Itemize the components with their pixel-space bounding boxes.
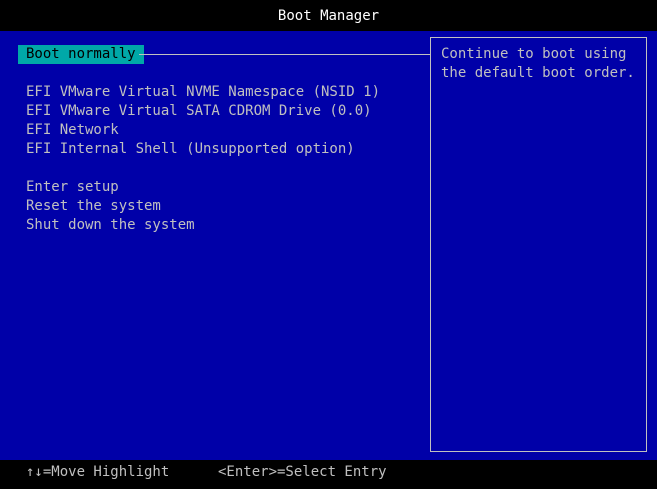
status-bar: ↑↓=Move Highlight <Enter>=Select Entry xyxy=(0,460,657,489)
help-text-line: the default boot order. xyxy=(441,65,635,81)
help-text-line: Continue to boot using xyxy=(441,46,627,62)
menu-item-efi-internal-shell[interactable]: EFI Internal Shell (Unsupported option) xyxy=(26,140,355,159)
select-entry-hint: <Enter>=Select Entry xyxy=(218,464,387,480)
menu-item-shut-down-system[interactable]: Shut down the system xyxy=(26,216,195,235)
menu-item-efi-nvme[interactable]: EFI VMware Virtual NVME Namespace (NSID … xyxy=(26,83,380,102)
move-highlight-hint: ↑↓=Move Highlight xyxy=(26,464,170,480)
window-title: Boot Manager xyxy=(0,0,657,31)
menu-item-efi-sata-cdrom[interactable]: EFI VMware Virtual SATA CDROM Drive (0.0… xyxy=(26,102,372,121)
menu-item-reset-system[interactable]: Reset the system xyxy=(26,197,161,216)
boot-menu-screen: Boot normally EFI VMware Virtual NVME Na… xyxy=(0,31,657,460)
menu-item-enter-setup[interactable]: Enter setup xyxy=(26,178,119,197)
selection-connector-line xyxy=(139,54,431,55)
menu-item-efi-network[interactable]: EFI Network xyxy=(26,121,119,140)
menu-item-boot-normally[interactable]: Boot normally xyxy=(18,45,144,64)
help-panel: Continue to boot using the default boot … xyxy=(430,37,647,452)
